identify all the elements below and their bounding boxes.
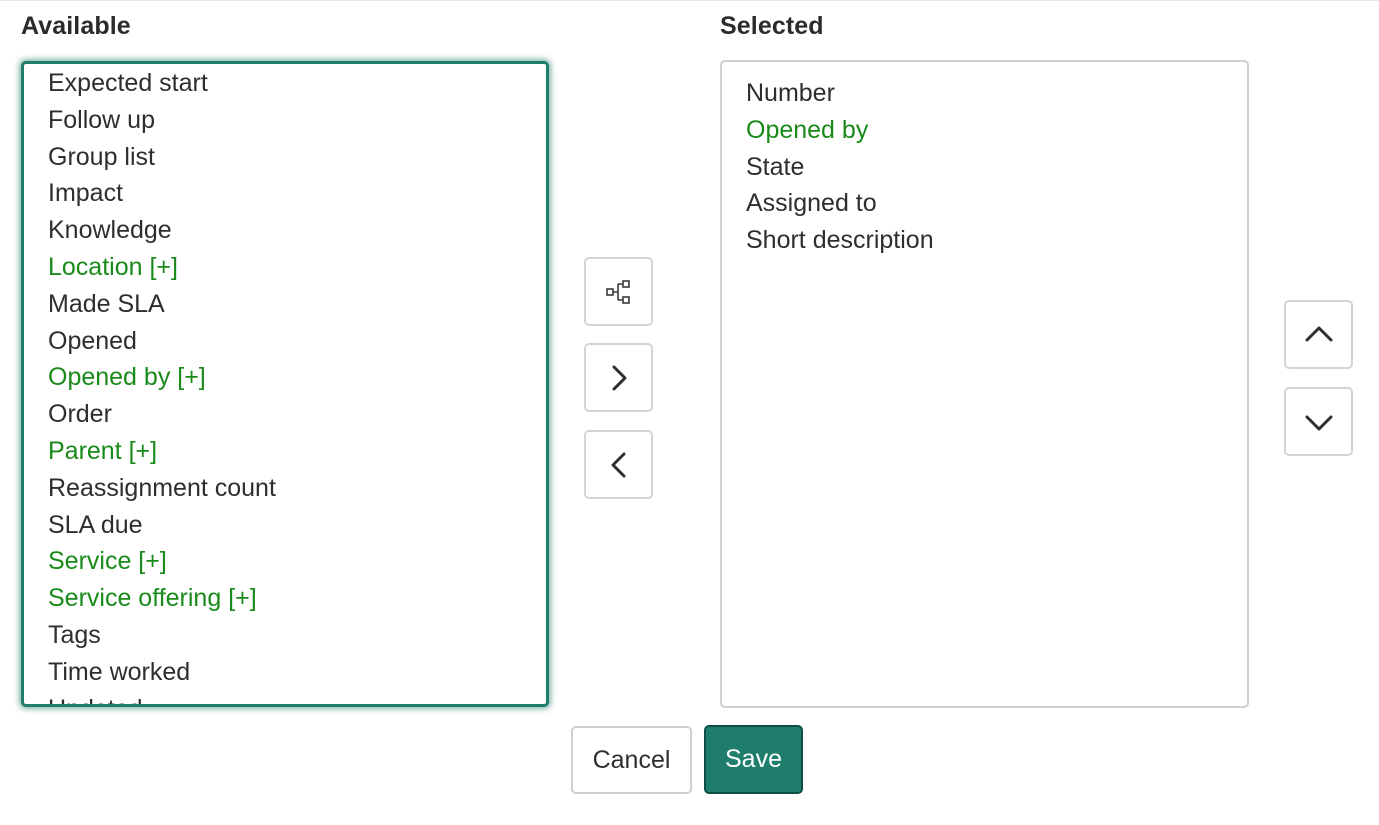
available-option[interactable]: Service [+] (24, 543, 546, 580)
dot-walk-icon (605, 279, 630, 304)
available-option[interactable]: Knowledge (24, 212, 546, 249)
available-option[interactable]: Updated (24, 691, 546, 704)
move-up-button[interactable] (1284, 300, 1353, 369)
selected-list[interactable]: Number Opened by State Assigned to Short des… (720, 60, 1249, 708)
available-option[interactable]: SLA due (24, 507, 546, 544)
selected-label: Selected (720, 12, 824, 40)
selected-option[interactable]: Opened by (722, 112, 1247, 149)
available-option[interactable]: Tags (24, 617, 546, 654)
selected-option[interactable]: Assigned to (722, 185, 1247, 222)
available-option[interactable]: Location [+] (24, 249, 546, 286)
chevron-right-icon (612, 365, 626, 390)
available-option[interactable]: Impact (24, 175, 546, 212)
available-option[interactable]: Follow up (24, 102, 546, 139)
available-option[interactable]: Parent [+] (24, 433, 546, 470)
available-list[interactable]: Expected start Follow up Group list Impact K… (21, 61, 549, 707)
available-option[interactable]: Order (24, 396, 546, 433)
chevron-left-icon (611, 452, 625, 477)
available-options: Expected start Follow up Group list Impact K… (24, 64, 546, 704)
available-option[interactable]: Group list (24, 139, 546, 176)
available-option[interactable]: Service offering [+] (24, 580, 546, 617)
top-divider (0, 0, 1379, 1)
cancel-button[interactable]: Cancel (571, 726, 692, 794)
selected-option[interactable]: Number (722, 75, 1247, 112)
available-option[interactable]: Made SLA (24, 286, 546, 323)
remove-from-selected-button[interactable] (584, 430, 653, 499)
available-option[interactable]: Time worked (24, 654, 546, 691)
dot-walk-button[interactable] (584, 257, 653, 326)
selected-options: Number Opened by State Assigned to Short des… (722, 62, 1247, 259)
available-label: Available (21, 12, 131, 40)
available-option[interactable]: Reassignment count (24, 470, 546, 507)
available-option[interactable]: Opened (24, 323, 546, 360)
move-down-button[interactable] (1284, 387, 1353, 456)
selected-option[interactable]: Short description (722, 222, 1247, 259)
selected-option[interactable]: State (722, 149, 1247, 186)
available-option[interactable]: Opened by [+] (24, 359, 546, 396)
add-to-selected-button[interactable] (584, 343, 653, 412)
available-option[interactable]: Expected start (24, 65, 546, 102)
save-button[interactable]: Save (704, 725, 803, 794)
chevron-down-icon (1305, 415, 1332, 430)
chevron-up-icon (1305, 326, 1332, 341)
